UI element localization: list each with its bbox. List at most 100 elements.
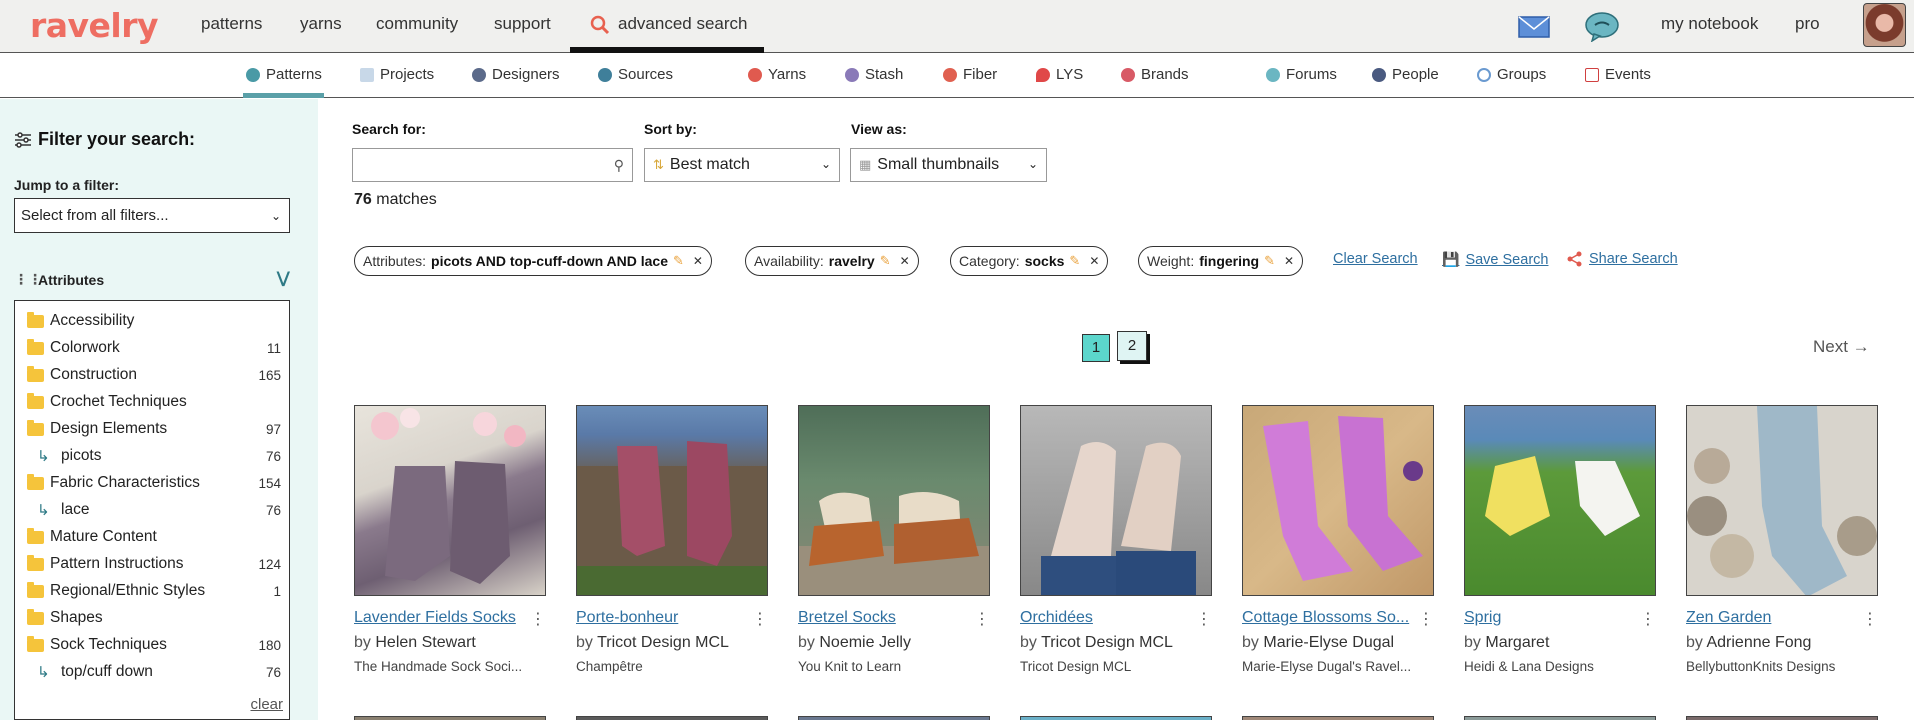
nav-my-notebook[interactable]: my notebook bbox=[1661, 14, 1758, 34]
pattern-thumbnail[interactable] bbox=[1242, 405, 1434, 596]
pattern-thumbnail[interactable] bbox=[1686, 716, 1878, 720]
more-options-icon[interactable]: ⋮ bbox=[974, 609, 990, 629]
pattern-source[interactable]: Marie-Elyse Dugal's Ravel... bbox=[1242, 659, 1434, 674]
pattern-source[interactable]: Tricot Design MCL bbox=[1020, 659, 1212, 674]
filter-chip-attributes[interactable]: Attributes: picots AND top-cuff-down AND … bbox=[354, 246, 712, 276]
ravelry-logo[interactable]: ravelry bbox=[30, 6, 159, 45]
pattern-title-link[interactable]: Cottage Blossoms So... bbox=[1242, 609, 1434, 627]
tab-patterns[interactable]: Patterns bbox=[246, 66, 322, 83]
tab-brands[interactable]: Brands bbox=[1121, 66, 1189, 83]
pattern-title-link[interactable]: Porte-bonheur bbox=[576, 609, 768, 627]
clear-search-link[interactable]: Clear Search bbox=[1333, 251, 1418, 267]
pattern-thumbnail[interactable] bbox=[798, 716, 990, 720]
pattern-title-link[interactable]: Orchidées bbox=[1020, 609, 1212, 627]
drag-handle-icon[interactable]: ⋮⋮ bbox=[14, 271, 42, 288]
view-select[interactable]: ▦ Small thumbnails ⌄ bbox=[850, 148, 1047, 182]
attr-mature-content[interactable]: Mature Content bbox=[27, 527, 281, 546]
attributes-header[interactable]: ⋮⋮ Attributes ⋁ bbox=[14, 268, 290, 288]
tab-events[interactable]: Events bbox=[1585, 66, 1651, 83]
pencil-icon[interactable]: ✎ bbox=[880, 253, 891, 269]
attr-fabric-characteristics[interactable]: Fabric Characteristics 154 bbox=[27, 473, 281, 492]
filter-chip-weight[interactable]: Weight: fingering ✎ ✕ bbox=[1138, 246, 1304, 276]
tab-lys[interactable]: LYS bbox=[1036, 66, 1083, 83]
filter-chip-category[interactable]: Category: socks ✎ ✕ bbox=[950, 246, 1109, 276]
pattern-source[interactable]: BellybuttonKnits Designs bbox=[1686, 659, 1878, 674]
pattern-title-link[interactable]: Zen Garden bbox=[1686, 609, 1878, 627]
nav-pro[interactable]: pro bbox=[1795, 14, 1820, 34]
nav-advanced-search[interactable]: advanced search bbox=[618, 14, 747, 34]
attr-picots[interactable]: ↳ picots 76 bbox=[27, 447, 281, 465]
save-search-link[interactable]: 💾 Save Search bbox=[1442, 251, 1548, 268]
attr-sock-techniques[interactable]: Sock Techniques 180 bbox=[27, 635, 281, 654]
tab-stash[interactable]: Stash bbox=[845, 66, 903, 83]
pattern-thumbnail[interactable] bbox=[576, 405, 768, 596]
pattern-source[interactable]: The Handmade Sock Soci... bbox=[354, 659, 546, 674]
mail-icon[interactable] bbox=[1518, 15, 1550, 39]
pattern-thumbnail[interactable] bbox=[1464, 716, 1656, 720]
attr-lace[interactable]: ↳ lace 76 bbox=[27, 501, 281, 519]
more-options-icon[interactable]: ⋮ bbox=[752, 609, 768, 629]
avatar[interactable] bbox=[1863, 3, 1906, 47]
attr-colorwork[interactable]: Colorwork 11 bbox=[27, 338, 281, 357]
pattern-thumbnail[interactable] bbox=[576, 716, 768, 720]
pattern-source[interactable]: You Knit to Learn bbox=[798, 659, 990, 674]
tab-forums[interactable]: Forums bbox=[1266, 66, 1337, 83]
remove-icon[interactable]: ✕ bbox=[1089, 254, 1099, 268]
pattern-title-link[interactable]: Sprig bbox=[1464, 609, 1656, 627]
attr-shapes[interactable]: Shapes bbox=[27, 608, 281, 627]
attr-top-cuff-down[interactable]: ↳ top/cuff down 76 bbox=[27, 663, 281, 681]
pattern-source[interactable]: Champêtre bbox=[576, 659, 768, 674]
next-page-link[interactable]: Next → bbox=[1813, 337, 1870, 357]
chat-icon[interactable] bbox=[1584, 12, 1620, 42]
pattern-thumbnail[interactable] bbox=[1020, 405, 1212, 596]
pattern-thumbnail[interactable] bbox=[354, 405, 546, 596]
attr-pattern-instructions[interactable]: Pattern Instructions 124 bbox=[27, 554, 281, 573]
tab-designers[interactable]: Designers bbox=[472, 66, 560, 83]
pattern-thumbnail[interactable] bbox=[1464, 405, 1656, 596]
more-options-icon[interactable]: ⋮ bbox=[1418, 609, 1434, 629]
pencil-icon[interactable]: ✎ bbox=[1264, 253, 1275, 269]
collapse-icon[interactable]: ⋁ bbox=[277, 268, 290, 288]
more-options-icon[interactable]: ⋮ bbox=[1640, 609, 1656, 629]
share-search-link[interactable]: Share Search bbox=[1567, 251, 1678, 267]
nav-community[interactable]: community bbox=[376, 14, 458, 34]
attr-regional-ethnic-styles[interactable]: Regional/Ethnic Styles 1 bbox=[27, 581, 281, 600]
tab-fiber[interactable]: Fiber bbox=[943, 66, 997, 83]
search-input[interactable]: ⚲ bbox=[352, 148, 633, 182]
pattern-thumbnail[interactable] bbox=[798, 405, 990, 596]
attr-construction[interactable]: Construction 165 bbox=[27, 365, 281, 384]
pattern-thumbnail[interactable] bbox=[354, 716, 546, 720]
filter-chip-availability[interactable]: Availability: ravelry ✎ ✕ bbox=[745, 246, 919, 276]
tab-projects[interactable]: Projects bbox=[360, 66, 434, 83]
nav-patterns[interactable]: patterns bbox=[201, 14, 262, 34]
nav-support[interactable]: support bbox=[494, 14, 551, 34]
pattern-title-link[interactable]: Lavender Fields Socks bbox=[354, 609, 546, 627]
tab-groups[interactable]: Groups bbox=[1477, 66, 1546, 83]
tab-people[interactable]: People bbox=[1372, 66, 1439, 83]
pencil-icon[interactable]: ✎ bbox=[673, 253, 684, 269]
more-options-icon[interactable]: ⋮ bbox=[1862, 609, 1878, 629]
nav-yarns[interactable]: yarns bbox=[300, 14, 342, 34]
tab-yarns[interactable]: Yarns bbox=[748, 66, 806, 83]
jump-to-filter-select[interactable]: Select from all filters... ⌄ bbox=[14, 198, 290, 233]
page-1-button[interactable]: 1 bbox=[1082, 334, 1110, 362]
search-icon[interactable]: ⚲ bbox=[614, 157, 624, 174]
attr-accessibility[interactable]: Accessibility bbox=[27, 311, 281, 330]
remove-icon[interactable]: ✕ bbox=[1284, 254, 1294, 268]
pattern-thumbnail[interactable] bbox=[1242, 716, 1434, 720]
remove-icon[interactable]: ✕ bbox=[693, 254, 703, 268]
pattern-thumbnail[interactable] bbox=[1020, 716, 1212, 720]
tab-sources[interactable]: Sources bbox=[598, 66, 673, 83]
more-options-icon[interactable]: ⋮ bbox=[1196, 609, 1212, 629]
pattern-thumbnail[interactable] bbox=[1686, 405, 1878, 596]
pattern-title-link[interactable]: Bretzel Socks bbox=[798, 609, 990, 627]
pattern-source[interactable]: Heidi & Lana Designs bbox=[1464, 659, 1656, 674]
more-options-icon[interactable]: ⋮ bbox=[530, 609, 546, 629]
sort-select[interactable]: ⇅ Best match ⌄ bbox=[644, 148, 840, 182]
page-2-button[interactable]: 2 bbox=[1117, 331, 1147, 361]
pencil-icon[interactable]: ✎ bbox=[1069, 253, 1080, 269]
attr-design-elements[interactable]: Design Elements 97 bbox=[27, 419, 281, 438]
clear-attributes-link[interactable]: clear bbox=[250, 696, 283, 713]
remove-icon[interactable]: ✕ bbox=[900, 254, 910, 268]
attr-crochet-techniques[interactable]: Crochet Techniques bbox=[27, 392, 281, 411]
